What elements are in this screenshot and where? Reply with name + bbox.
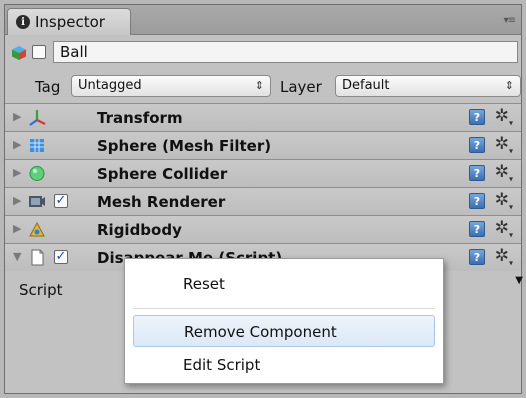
- script-field-label: Script: [19, 281, 63, 299]
- object-picker-icon[interactable]: ▼: [515, 275, 523, 286]
- tag-layer-row: Tag Untagged ⇕ Layer Default ⇕: [5, 71, 521, 101]
- tag-value: Untagged: [78, 78, 142, 93]
- component-name: Rigidbody: [97, 221, 182, 239]
- component-enabled-checkbox[interactable]: ✓: [54, 250, 68, 264]
- help-book-icon[interactable]: ?: [469, 165, 485, 181]
- updown-arrow-icon: ⇕: [504, 79, 514, 92]
- gear-icon[interactable]: ✲▾: [495, 134, 513, 155]
- help-book-icon[interactable]: ?: [469, 137, 485, 153]
- panel-menu-icon[interactable]: ▾≡: [504, 15, 516, 26]
- component-mesh-renderer[interactable]: ▶ ✓ Mesh Renderer ? ✲▾: [5, 187, 521, 215]
- context-menu: Reset Remove Component Edit Script: [124, 258, 444, 384]
- foldout-expanded-arrow-icon[interactable]: ▼: [13, 250, 21, 263]
- gear-icon[interactable]: ✲▾: [495, 218, 513, 239]
- foldout-arrow-icon[interactable]: ▶: [13, 138, 21, 151]
- menu-item-reset[interactable]: Reset: [133, 268, 435, 300]
- gear-icon[interactable]: ✲▾: [495, 106, 513, 127]
- layer-value: Default: [342, 78, 390, 93]
- script-file-icon: [31, 249, 44, 266]
- layer-dropdown[interactable]: Default ⇕: [335, 75, 521, 97]
- object-name-field[interactable]: Ball: [53, 41, 518, 63]
- gear-icon[interactable]: ✲▾: [495, 246, 513, 267]
- foldout-arrow-icon[interactable]: ▶: [13, 222, 21, 235]
- tab-inspector[interactable]: i Inspector: [7, 8, 131, 35]
- tag-dropdown[interactable]: Untagged ⇕: [71, 75, 271, 97]
- component-name: Sphere Collider: [97, 165, 228, 183]
- component-mesh-filter[interactable]: ▶ Sphere (Mesh Filter) ? ✲▾: [5, 131, 521, 159]
- foldout-arrow-icon[interactable]: ▶: [13, 194, 21, 207]
- component-transform[interactable]: ▶ Transform ? ✲▾: [5, 103, 521, 131]
- help-book-icon[interactable]: ?: [469, 249, 485, 265]
- object-header: Ball: [5, 36, 521, 70]
- rigidbody-icon: [29, 221, 45, 237]
- gear-icon[interactable]: ✲▾: [495, 162, 513, 183]
- sphere-collider-icon: [29, 166, 45, 181]
- component-sphere-collider[interactable]: ▶ Sphere Collider ? ✲▾: [5, 159, 521, 187]
- component-enabled-checkbox[interactable]: ✓: [54, 194, 68, 208]
- tag-label: Tag: [35, 78, 61, 96]
- gear-icon[interactable]: ✲▾: [495, 190, 513, 211]
- tab-label: Inspector: [35, 13, 105, 31]
- component-name: Transform: [97, 109, 183, 127]
- gameobject-cube-icon: [12, 46, 26, 60]
- foldout-arrow-icon[interactable]: ▶: [13, 110, 21, 123]
- component-name: Sphere (Mesh Filter): [97, 137, 272, 155]
- menu-separator: [133, 308, 435, 309]
- help-book-icon[interactable]: ?: [469, 193, 485, 209]
- menu-item-remove-component[interactable]: Remove Component: [133, 315, 435, 347]
- layer-label: Layer: [280, 78, 322, 96]
- menu-item-edit-script[interactable]: Edit Script: [133, 349, 435, 381]
- mesh-filter-icon: [30, 139, 44, 152]
- foldout-arrow-icon[interactable]: ▶: [13, 166, 21, 179]
- active-checkbox[interactable]: [32, 45, 46, 59]
- tab-bar: i Inspector ▾≡: [5, 5, 521, 35]
- component-name: Mesh Renderer: [97, 193, 226, 211]
- mesh-renderer-icon: [29, 196, 45, 207]
- help-book-icon[interactable]: ?: [469, 109, 485, 125]
- component-rigidbody[interactable]: ▶ Rigidbody ? ✲▾: [5, 215, 521, 243]
- transform-axes-icon: [29, 110, 46, 126]
- help-book-icon[interactable]: ?: [469, 221, 485, 237]
- updown-arrow-icon: ⇕: [254, 79, 264, 92]
- info-icon: i: [16, 15, 30, 29]
